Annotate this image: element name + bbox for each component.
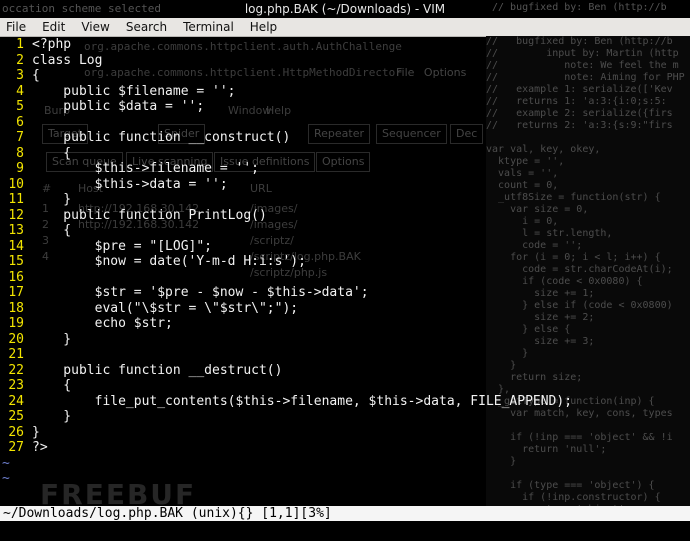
code-text: public function __construct()	[32, 130, 291, 145]
code-line[interactable]: 24 file_put_contents($this->filename, $t…	[0, 394, 690, 409]
code-line[interactable]: 21	[0, 347, 690, 362]
code-line[interactable]: 16	[0, 270, 690, 285]
line-number: 5	[16, 99, 24, 114]
menu-file[interactable]: File	[0, 20, 34, 34]
line-number: 9	[16, 161, 24, 176]
line-number: 2	[16, 52, 24, 68]
line-number: 18	[8, 300, 24, 316]
line-number: 20	[8, 331, 24, 347]
vim-command-line[interactable]	[0, 521, 690, 541]
line-number: 25	[8, 409, 24, 424]
code-line[interactable]: 15 $now = date('Y-m-d H:i:s');	[0, 254, 690, 269]
code-text: public $filename = '';	[32, 83, 236, 99]
line-number: 21	[8, 347, 24, 362]
code-text: $str = '$pre - $now - $this->data';	[32, 285, 369, 300]
line-number: 16	[8, 269, 24, 285]
code-text: }	[32, 331, 72, 347]
line-number: 6	[16, 114, 24, 130]
code-line[interactable]: 2 class Log	[0, 53, 690, 68]
menu-bar: File Edit View Search Terminal Help	[0, 18, 690, 37]
code-text: echo $str;	[32, 316, 173, 331]
code-text: }	[32, 409, 72, 424]
menu-help[interactable]: Help	[242, 20, 285, 34]
code-line[interactable]: 26}	[0, 425, 690, 440]
line-number: 27	[8, 440, 24, 455]
menu-edit[interactable]: Edit	[34, 20, 73, 34]
line-number: 11	[8, 192, 24, 207]
code-text: {	[32, 145, 72, 161]
code-text: {	[32, 223, 72, 238]
code-line[interactable]: 20 }	[0, 332, 690, 347]
code-line[interactable]: 12 public function PrintLog()	[0, 208, 690, 223]
code-line[interactable]: 10 $this->data = '';	[0, 177, 690, 192]
statusline-text: ~/Downloads/log.php.BAK (unix){} [1,1][3…	[3, 506, 332, 521]
menu-search[interactable]: Search	[118, 20, 175, 34]
code-text: }	[32, 192, 72, 207]
code-line[interactable]: 27 ?>	[0, 440, 690, 455]
code-line[interactable]: 7 public function __construct()	[0, 130, 690, 145]
code-text: {	[32, 68, 40, 83]
vim-statusline: ~/Downloads/log.php.BAK (unix){} [1,1][3…	[0, 506, 690, 521]
line-number: 19	[8, 316, 24, 331]
code-text: eval("\$str = \"$str\";");	[32, 300, 299, 316]
line-number: 1	[16, 37, 24, 52]
code-text: public $data = '';	[32, 99, 205, 114]
line-number: 7	[16, 130, 24, 145]
menu-view[interactable]: View	[73, 20, 117, 34]
code-line[interactable]: 17 $str = '$pre - $now - $this->data';	[0, 285, 690, 300]
line-number: 15	[8, 254, 24, 269]
code-line[interactable]: 22 public function __destruct()	[0, 363, 690, 378]
code-text: ?>	[32, 440, 48, 455]
line-number: 8	[16, 145, 24, 161]
code-line[interactable]: 25 }	[0, 409, 690, 424]
code-line[interactable]: 4 public $filename = '';	[0, 84, 690, 99]
menu-terminal[interactable]: Terminal	[175, 20, 242, 34]
code-line[interactable]: 5 public $data = '';	[0, 99, 690, 114]
code-line[interactable]: 18 eval("\$str = \"$str\";");	[0, 301, 690, 316]
code-text: file_put_contents($this->filename, $this…	[32, 393, 573, 409]
line-number: 14	[8, 238, 24, 254]
empty-line-marker: ~	[2, 471, 10, 486]
code-text: }	[32, 424, 40, 440]
code-line[interactable]: 23 {	[0, 378, 690, 393]
code-text: $pre = "[LOG]";	[32, 238, 213, 254]
code-text: class Log	[32, 52, 103, 68]
code-text: public function __destruct()	[32, 362, 283, 378]
background-code-text: // bugfixed by: Ben (http://b	[492, 2, 667, 13]
line-number: 12	[8, 207, 24, 223]
code-text: $now = date('Y-m-d H:i:s');	[32, 254, 306, 269]
code-line[interactable]: 11 }	[0, 192, 690, 207]
code-text: <?php	[32, 37, 72, 52]
line-number: 3	[16, 68, 24, 83]
line-number: 23	[8, 378, 24, 393]
line-number: 4	[16, 83, 24, 99]
code-line[interactable]: 1 <?php	[0, 37, 690, 52]
line-number: 13	[8, 223, 24, 238]
code-text: public function PrintLog()	[32, 207, 267, 223]
line-number: 24	[8, 393, 24, 409]
vim-editor[interactable]: 1 <?php 2 class Log 3{4 public $filename = '…	[0, 37, 690, 505]
code-line[interactable]: 3{	[0, 68, 690, 83]
code-line[interactable]: 19 echo $str;	[0, 316, 690, 331]
code-line[interactable]: 8 {	[0, 146, 690, 161]
code-line[interactable]: 14 $pre = "[LOG]";	[0, 239, 690, 254]
code-line[interactable]: 13 {	[0, 223, 690, 238]
code-text: {	[32, 378, 72, 393]
line-number: 17	[8, 285, 24, 300]
line-number: 26	[8, 424, 24, 440]
code-line[interactable]: 9 $this->filename = '';	[0, 161, 690, 176]
empty-line-marker: ~	[2, 455, 10, 471]
code-text: $this->filename = '';	[32, 161, 259, 176]
code-line[interactable]: 6	[0, 115, 690, 130]
line-number: 22	[8, 362, 24, 378]
line-number: 10	[8, 176, 24, 192]
window-titlebar: occation scheme selected log.php.BAK (~/…	[0, 0, 690, 18]
code-text: $this->data = '';	[32, 176, 228, 192]
